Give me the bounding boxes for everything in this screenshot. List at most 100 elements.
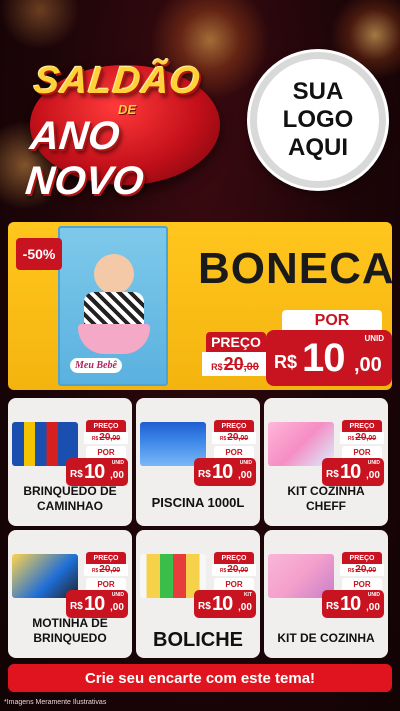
old-price-label: PREÇO xyxy=(342,552,382,564)
new-price-int: 10 xyxy=(340,593,361,615)
old-price-label: PREÇO xyxy=(86,420,126,432)
new-price: R$ 10 ,00 UNID xyxy=(322,458,384,486)
product-card: PREÇO R$ 20,00 POR R$ 10,00 KIT BOLICHE xyxy=(136,530,260,658)
currency: R$ xyxy=(326,469,339,480)
new-price: R$ 10 ,00 UNID xyxy=(66,590,128,618)
price-unit: KIT xyxy=(243,592,252,598)
sale-title: SALDÃO DE ANO NOVO xyxy=(20,40,240,203)
old-price-dec: ,00 xyxy=(238,567,249,574)
doll-skirt xyxy=(78,324,150,354)
doll-box-label: Meu Bebê xyxy=(70,358,122,373)
new-price-int: 10 xyxy=(340,461,361,483)
currency: R$ xyxy=(91,436,99,442)
logo-text-line: SUA xyxy=(292,78,344,105)
old-price-int: 20 xyxy=(99,564,111,575)
currency: R$ xyxy=(326,601,339,612)
new-price: R$ 10 ,00 UNID xyxy=(194,458,256,486)
currency: R$ xyxy=(198,601,211,612)
new-price-dec: ,00 xyxy=(238,470,252,481)
currency: R$ xyxy=(219,436,227,442)
currency: R$ xyxy=(274,352,298,372)
old-price-int: 20 xyxy=(227,432,239,443)
featured-product: Meu Bebê -50% BONECA PREÇO R$ 20 ,00 POR… xyxy=(8,222,392,390)
new-price-label: POR xyxy=(214,446,254,458)
old-price: R$ 20,00 xyxy=(340,564,384,576)
cta-button[interactable]: Crie seu encarte com este tema! xyxy=(8,664,392,692)
currency: R$ xyxy=(70,469,83,480)
product-name: MOTINHA DE BRINQUEDO xyxy=(32,616,108,645)
product-name: KIT COZINHA CHEFF xyxy=(287,484,365,513)
currency: R$ xyxy=(347,568,355,574)
old-price-dec: ,00 xyxy=(243,361,259,373)
price-unit: UNID xyxy=(367,460,380,466)
new-price-dec: ,00 xyxy=(354,354,382,376)
new-price-dec: ,00 xyxy=(110,602,124,613)
old-price-dec: ,00 xyxy=(238,435,249,442)
new-price: R$ 10 ,00 KIT xyxy=(194,590,256,618)
old-price-dec: ,00 xyxy=(110,567,121,574)
old-price: R$ 20,00 xyxy=(84,564,128,576)
new-price-label: POR xyxy=(214,578,254,590)
currency: R$ xyxy=(211,362,223,372)
currency: R$ xyxy=(219,568,227,574)
product-card: PREÇO R$ 20,00 POR R$ 10,00 UNID MOTINHA DE BRI… xyxy=(8,530,132,658)
old-price-int: 20 xyxy=(355,432,367,443)
discount-badge: -50% xyxy=(16,238,62,270)
old-price-label: PREÇO xyxy=(214,552,254,564)
price-unit: UNID xyxy=(239,460,252,466)
currency: R$ xyxy=(91,568,99,574)
new-price-int: 10 xyxy=(84,461,105,483)
product-name: PISCINA 1000L xyxy=(151,495,245,510)
new-price-int: 10 xyxy=(302,336,345,380)
product-card: PREÇO R$ 20,00 POR R$ 10,00 UNID KIT COZINHA CH… xyxy=(264,398,388,526)
title-line-1: SALDÃO xyxy=(31,60,203,102)
new-price-label: POR xyxy=(86,446,126,458)
new-price: R$ 10 ,00 UNID xyxy=(266,330,392,386)
old-price: R$ 20,00 xyxy=(212,432,256,444)
old-price: R$ 20,00 xyxy=(84,432,128,444)
product-card: PREÇO R$ 20,00 POR R$ 10,00 UNID PISCINA 1000L xyxy=(136,398,260,526)
old-price-label: PREÇO xyxy=(342,420,382,432)
old-price-int: 20 xyxy=(227,564,239,575)
product-name: BOLICHE xyxy=(153,629,243,651)
logo-text-line: AQUI xyxy=(288,134,348,161)
old-price: R$ 20,00 xyxy=(212,564,256,576)
doll-body xyxy=(84,292,144,328)
old-price-label: PREÇO xyxy=(86,552,126,564)
logo-text-line: LOGO xyxy=(282,106,354,133)
price-unit: UNID xyxy=(111,460,124,466)
doll-head xyxy=(94,254,134,294)
currency: R$ xyxy=(347,436,355,442)
old-price-dec: ,00 xyxy=(366,435,377,442)
new-price-dec: ,00 xyxy=(366,602,380,613)
new-price-dec: ,00 xyxy=(110,470,124,481)
featured-product-name: BONECA xyxy=(198,244,392,293)
new-price-dec: ,00 xyxy=(238,602,252,613)
new-price-label: POR xyxy=(342,578,382,590)
old-price-dec: ,00 xyxy=(366,567,377,574)
doll-image: Meu Bebê xyxy=(58,226,168,386)
old-price-dec: ,00 xyxy=(110,435,121,442)
old-price: R$ 20 ,00 xyxy=(202,352,268,376)
old-price-int: 20 xyxy=(355,564,367,575)
footnote: *Imagens Meramente Ilustrativas xyxy=(4,699,107,706)
price-unit: UNID xyxy=(367,592,380,598)
new-price-label: POR xyxy=(342,446,382,458)
new-price-int: 10 xyxy=(84,593,105,615)
title-line-2: ANO NOVO xyxy=(23,114,146,203)
new-price-label: POR xyxy=(282,310,382,332)
old-price-int: 20 xyxy=(99,432,111,443)
new-price-label: POR xyxy=(86,578,126,590)
new-price-dec: ,00 xyxy=(366,470,380,481)
new-price: R$ 10 ,00 UNID xyxy=(322,590,384,618)
new-price-int: 10 xyxy=(212,593,233,615)
old-price-label: PREÇO xyxy=(206,332,266,352)
currency: R$ xyxy=(70,601,83,612)
price-unit: UNID xyxy=(111,592,124,598)
logo-placeholder: SUA LOGO AQUI xyxy=(250,52,386,188)
product-card: PREÇO R$ 20,00 POR R$ 10,00 UNID BRINQUEDO DE C… xyxy=(8,398,132,526)
flyer-page: SALDÃO DE ANO NOVO SUA LOGO AQUI Meu Beb… xyxy=(0,0,400,711)
old-price: R$ 20,00 xyxy=(340,432,384,444)
product-name: KIT DE COZINHA xyxy=(277,631,375,645)
currency: R$ xyxy=(198,469,211,480)
